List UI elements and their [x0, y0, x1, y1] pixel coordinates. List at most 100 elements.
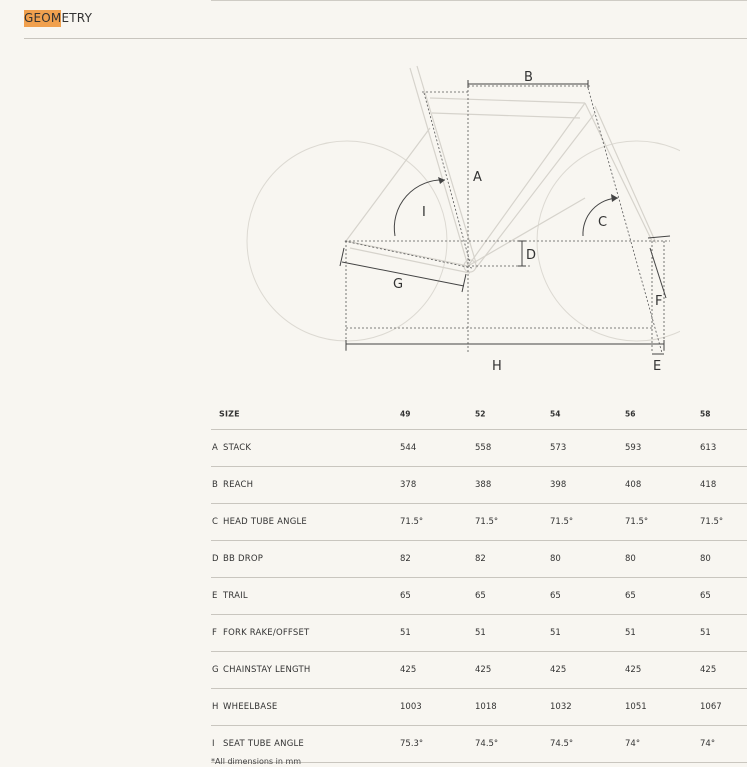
- row-letter: D: [212, 554, 219, 564]
- row-value: 425: [700, 665, 717, 675]
- row-value: 65: [625, 591, 636, 601]
- label-b: B: [524, 70, 533, 85]
- table-row: G CHAINSTAY LENGTH 425 425 425 425 425: [211, 652, 747, 689]
- label-i: I: [422, 205, 426, 220]
- table-row: H WHEELBASE 1003 1018 1032 1051 1067: [211, 689, 747, 726]
- title-rest: ETRY: [61, 11, 93, 25]
- row-value: 425: [400, 665, 417, 675]
- table-row: C HEAD TUBE ANGLE 71.5° 71.5° 71.5° 71.5° 71.5…: [211, 504, 747, 541]
- row-value: 71.5°: [625, 517, 649, 527]
- title-highlight: GEOM: [24, 10, 62, 27]
- row-param: SEAT TUBE ANGLE: [223, 739, 304, 749]
- row-value: 425: [475, 665, 492, 675]
- size-col: 58: [700, 409, 711, 418]
- row-param: HEAD TUBE ANGLE: [223, 517, 308, 527]
- table-row: B REACH 378 388 398 408 418: [211, 467, 747, 504]
- size-col: 52: [475, 409, 486, 418]
- row-param: WHEELBASE: [223, 702, 278, 712]
- row-letter: E: [212, 591, 218, 601]
- row-value: 378: [400, 480, 417, 490]
- row-param: FORK RAKE/OFFSET: [223, 628, 310, 638]
- footnote: *All dimensions in mm: [211, 757, 302, 766]
- row-value: 1003: [400, 702, 422, 712]
- row-value: 82: [475, 554, 486, 564]
- row-value: 613: [700, 443, 717, 453]
- row-letter: F: [212, 628, 217, 638]
- row-param: STACK: [223, 443, 252, 453]
- row-value: 65: [400, 591, 411, 601]
- row-value: 51: [700, 628, 711, 638]
- dimension-lines: [339, 80, 671, 355]
- geometry-svg: B A I C D G F H E: [246, 65, 738, 374]
- section-title: GEOMETRY: [24, 10, 93, 27]
- row-value: 65: [550, 591, 561, 601]
- row-value: 65: [700, 591, 711, 601]
- row-value: 51: [550, 628, 561, 638]
- row-value: 425: [550, 665, 567, 675]
- row-value: 408: [625, 480, 642, 490]
- row-value: 71.5°: [475, 517, 499, 527]
- table-row: D BB DROP 82 82 80 80 80: [211, 541, 747, 578]
- row-value: 593: [625, 443, 642, 453]
- label-d: D: [526, 248, 536, 263]
- row-value: 51: [400, 628, 411, 638]
- row-value: 75.3°: [400, 739, 424, 749]
- row-letter: A: [212, 443, 218, 453]
- table-row: F FORK RAKE/OFFSET 51 51 51 51 51: [211, 615, 747, 652]
- row-value: 1018: [475, 702, 497, 712]
- row-value: 388: [475, 480, 492, 490]
- row-value: 1067: [700, 702, 722, 712]
- size-col: 56: [625, 409, 636, 418]
- row-value: 80: [700, 554, 711, 564]
- row-param: REACH: [223, 480, 254, 490]
- size-col: 49: [400, 409, 411, 418]
- row-value: 74°: [625, 739, 641, 749]
- geometry-table: SIZE 49 52 54 56 58 A STACK 544 558 573 593 61…: [211, 398, 747, 763]
- measure-lines: [343, 85, 670, 354]
- row-value: 544: [400, 443, 417, 453]
- row-value: 425: [625, 665, 642, 675]
- label-e: E: [653, 359, 661, 374]
- title-divider: [24, 38, 747, 39]
- row-value: 74.5°: [475, 739, 499, 749]
- row-value: 51: [625, 628, 636, 638]
- row-param: TRAIL: [223, 591, 248, 601]
- row-value: 71.5°: [400, 517, 424, 527]
- label-h: H: [492, 359, 502, 374]
- table-header-row: SIZE 49 52 54 56 58: [211, 398, 747, 430]
- row-letter: H: [212, 702, 219, 712]
- label-f: F: [655, 294, 662, 309]
- row-letter: I: [212, 739, 215, 749]
- label-g: G: [393, 277, 403, 292]
- row-value: 74.5°: [550, 739, 574, 749]
- size-col: 54: [550, 409, 561, 418]
- row-letter: C: [212, 517, 218, 527]
- row-value: 74°: [700, 739, 716, 749]
- row-value: 82: [400, 554, 411, 564]
- row-value: 558: [475, 443, 492, 453]
- row-value: 398: [550, 480, 567, 490]
- row-value: 573: [550, 443, 567, 453]
- label-a: A: [473, 170, 482, 185]
- row-value: 80: [550, 554, 561, 564]
- row-value: 80: [625, 554, 636, 564]
- size-header: SIZE: [219, 409, 240, 418]
- row-param: BB DROP: [223, 554, 264, 564]
- row-value: 418: [700, 480, 717, 490]
- bike-frame: [345, 65, 657, 274]
- top-divider: [211, 0, 747, 1]
- row-letter: G: [212, 665, 219, 675]
- row-value: 1032: [550, 702, 572, 712]
- geometry-diagram: B A I C D G F H E: [240, 58, 738, 378]
- row-letter: B: [212, 480, 218, 490]
- arrow-heads: [438, 177, 618, 202]
- table-row: A STACK 544 558 573 593 613: [211, 430, 747, 467]
- label-c: C: [598, 215, 607, 230]
- row-value: 71.5°: [700, 517, 724, 527]
- row-value: 65: [475, 591, 486, 601]
- row-value: 71.5°: [550, 517, 574, 527]
- row-value: 51: [475, 628, 486, 638]
- table-row: E TRAIL 65 65 65 65 65: [211, 578, 747, 615]
- row-value: 1051: [625, 702, 647, 712]
- row-param: CHAINSTAY LENGTH: [223, 665, 311, 675]
